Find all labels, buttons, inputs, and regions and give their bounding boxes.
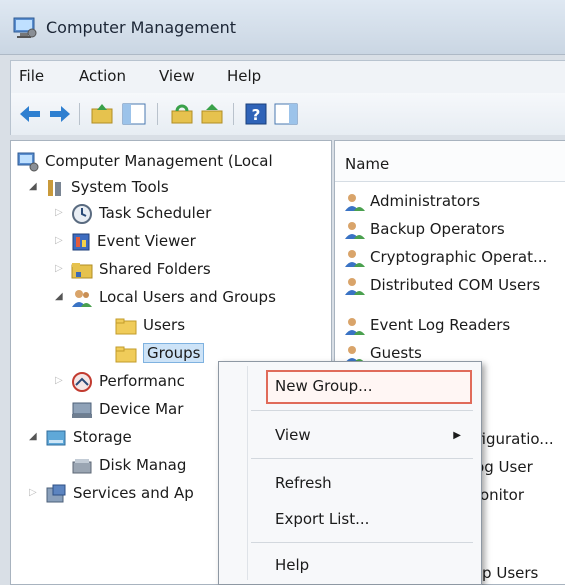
menu-view[interactable]: View xyxy=(159,67,195,85)
folder-icon xyxy=(115,346,137,362)
list-item[interactable]: Administrators xyxy=(345,189,480,213)
tree-item-system-tools[interactable]: System Tools xyxy=(45,175,169,199)
expand-arrow-icon[interactable]: ▷ xyxy=(55,229,63,253)
show-hide-console-tree-icon[interactable] xyxy=(121,101,147,127)
refresh-icon[interactable] xyxy=(169,101,195,127)
menu-gutter xyxy=(247,366,248,580)
menu-item-help[interactable]: Help xyxy=(275,556,309,574)
expand-arrow-icon[interactable]: ▷ xyxy=(55,369,63,393)
shared-folder-icon xyxy=(71,262,93,278)
group-icon xyxy=(345,317,365,335)
back-icon[interactable] xyxy=(17,101,43,127)
services-icon xyxy=(46,484,66,502)
list-item[interactable]: Cryptographic Operat... xyxy=(345,245,547,269)
toolbar-separator xyxy=(157,103,158,125)
expand-arrow-icon[interactable]: ▷ xyxy=(29,481,37,505)
disk-management-icon xyxy=(72,458,92,473)
menu-separator xyxy=(251,542,473,543)
storage-icon xyxy=(46,430,66,445)
menu-item-view[interactable]: View xyxy=(275,426,311,444)
column-header-name[interactable]: Name xyxy=(335,141,565,182)
tree-item-local-users-and-groups[interactable]: Local Users and Groups xyxy=(71,285,276,309)
submenu-arrow-icon: ▶ xyxy=(453,430,461,441)
list-item[interactable]: Distributed COM Users xyxy=(345,273,540,297)
tree-item-services-and-applications[interactable]: Services and Ap xyxy=(45,481,194,505)
title-bar: Computer Management xyxy=(0,0,565,55)
menu-file[interactable]: File xyxy=(19,67,44,85)
tree-item-performance[interactable]: Performanc xyxy=(71,369,185,393)
menu-help[interactable]: Help xyxy=(227,67,261,85)
menu-item-export-list[interactable]: Export List... xyxy=(275,510,369,528)
group-icon xyxy=(345,193,365,211)
menu-item-refresh[interactable]: Refresh xyxy=(275,474,332,492)
expand-arrow-icon[interactable]: ▷ xyxy=(55,257,63,281)
tree-item-task-scheduler[interactable]: Task Scheduler xyxy=(71,201,211,225)
menu-separator xyxy=(251,410,473,411)
forward-icon[interactable] xyxy=(47,101,73,127)
group-icon xyxy=(345,345,365,363)
system-tools-icon xyxy=(48,179,61,196)
tree-item-label: Computer Management (Local xyxy=(45,152,273,170)
tree-item-device-manager[interactable]: Device Mar xyxy=(71,397,183,421)
expand-arrow-icon[interactable]: ◢ xyxy=(29,425,37,449)
menu-separator xyxy=(251,458,473,459)
device-manager-icon xyxy=(72,402,92,418)
list-item[interactable]: Backup Operators xyxy=(345,217,505,241)
group-icon xyxy=(345,277,365,295)
context-menu: New Group... View ▶ Refresh Export List.… xyxy=(218,361,482,585)
clock-icon xyxy=(72,203,92,224)
window-title: Computer Management xyxy=(46,18,237,37)
menu-action[interactable]: Action xyxy=(79,67,126,85)
computer-management-icon xyxy=(13,17,37,38)
users-icon xyxy=(72,289,92,307)
toolbar-separator xyxy=(233,103,234,125)
expand-arrow-icon[interactable]: ◢ xyxy=(29,175,37,199)
expand-arrow-icon[interactable]: ◢ xyxy=(55,285,63,309)
tree-item-users[interactable]: Users xyxy=(115,313,185,337)
toolbar-separator xyxy=(79,103,80,125)
tree-item-computer-management[interactable]: Computer Management (Local xyxy=(17,149,273,173)
tree-item-storage[interactable]: Storage xyxy=(45,425,132,449)
menu-item-new-group[interactable]: New Group... xyxy=(275,377,372,395)
tree-item-groups[interactable]: Groups xyxy=(115,341,205,365)
group-icon xyxy=(345,249,365,267)
tree-item-shared-folders[interactable]: Shared Folders xyxy=(71,257,211,281)
export-list-icon[interactable] xyxy=(199,101,225,127)
performance-icon xyxy=(72,371,92,392)
expand-arrow-icon[interactable]: ▷ xyxy=(55,201,63,225)
tree-item-event-viewer[interactable]: Event Viewer xyxy=(71,229,196,253)
folder-icon xyxy=(115,318,137,334)
action-pane-icon[interactable] xyxy=(273,101,299,127)
event-viewer-icon xyxy=(72,233,90,250)
toolbar: ? xyxy=(10,93,565,135)
menu-bar: File Action View Help xyxy=(10,60,565,94)
tree-item-disk-management[interactable]: Disk Manag xyxy=(71,453,186,477)
computer-management-icon xyxy=(17,152,39,171)
list-item[interactable]: Event Log Readers xyxy=(345,313,510,337)
up-folder-icon[interactable] xyxy=(89,101,115,127)
svg-text:?: ? xyxy=(252,106,261,124)
help-icon[interactable]: ? xyxy=(243,101,269,127)
group-icon xyxy=(345,221,365,239)
